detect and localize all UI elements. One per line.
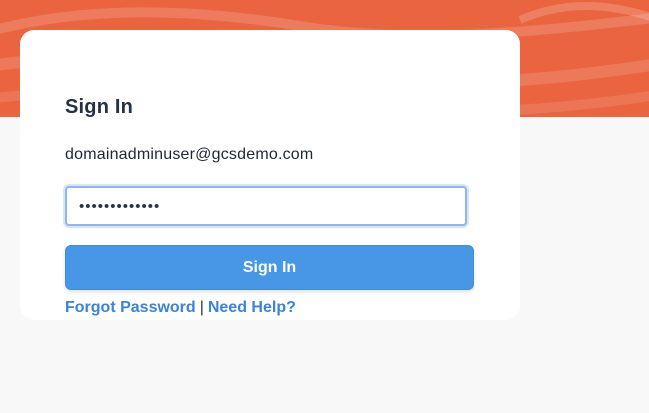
password-input[interactable] [65, 186, 467, 226]
forgot-password-link[interactable]: Forgot Password [65, 299, 196, 316]
sign-in-button[interactable]: Sign In [65, 245, 474, 290]
help-links: Forgot Password | Need Help? [65, 299, 296, 317]
login-card: Sign In domainadminuser@gcsdemo.com Sign… [20, 30, 520, 320]
login-page: Sign In domainadminuser@gcsdemo.com Sign… [0, 0, 649, 413]
sign-in-title: Sign In [65, 96, 134, 118]
links-separator: | [199, 299, 204, 316]
need-help-link[interactable]: Need Help? [208, 299, 296, 316]
username-display: domainadminuser@gcsdemo.com [65, 146, 314, 163]
